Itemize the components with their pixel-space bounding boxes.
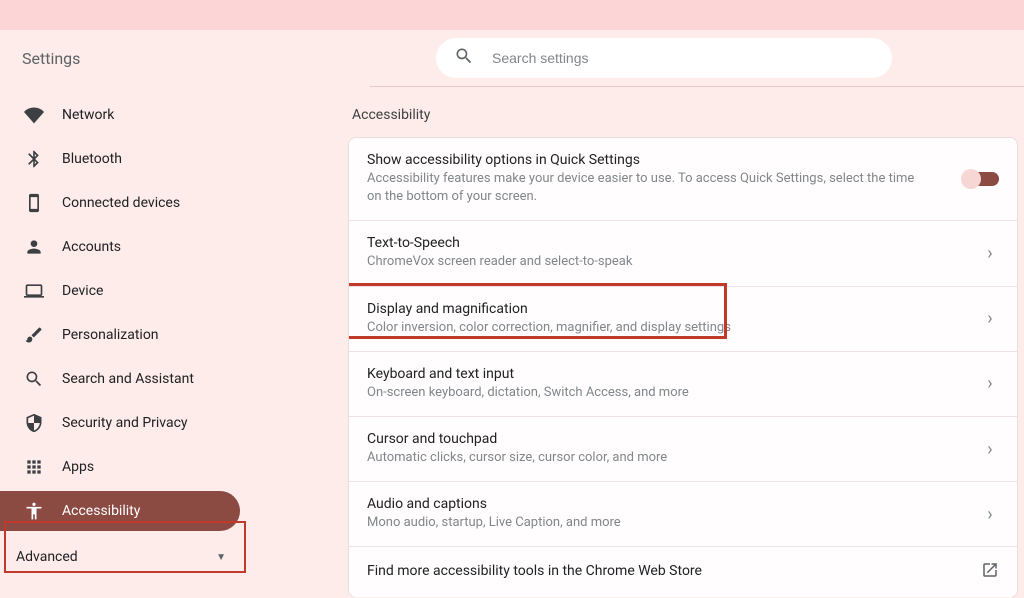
body: Network Bluetooth Connected devices Acco…	[0, 87, 1024, 597]
row-subtitle: Mono audio, startup, Live Caption, and m…	[367, 514, 941, 532]
content: Accessibility Show accessibility options…	[250, 87, 1024, 597]
header: Settings	[0, 30, 1024, 86]
row-title: Audio and captions	[367, 496, 941, 512]
row-audio-captions[interactable]: Audio and captions Mono audio, startup, …	[349, 481, 1017, 546]
shield-icon	[24, 413, 44, 433]
sidebar-item-device[interactable]: Device	[0, 271, 240, 311]
sidebar-item-label: Apps	[62, 459, 94, 475]
brush-icon	[24, 325, 44, 345]
sidebar-item-label: Personalization	[62, 327, 159, 343]
sidebar-item-label: Accounts	[62, 239, 121, 255]
sidebar-item-security-privacy[interactable]: Security and Privacy	[0, 403, 240, 443]
laptop-icon	[24, 281, 44, 301]
apps-icon	[24, 457, 44, 477]
sidebar-item-personalization[interactable]: Personalization	[0, 315, 240, 355]
row-subtitle: ChromeVox screen reader and select-to-sp…	[367, 253, 941, 271]
sidebar-item-network[interactable]: Network	[0, 95, 240, 135]
open-external-icon	[981, 561, 999, 583]
row-title: Display and magnification	[367, 301, 941, 317]
row-webstore-link[interactable]: Find more accessibility tools in the Chr…	[349, 546, 1017, 597]
sidebar-item-label: Connected devices	[62, 195, 180, 211]
bluetooth-icon	[24, 149, 44, 169]
row-title: Find more accessibility tools in the Chr…	[367, 563, 941, 579]
sidebar-item-bluetooth[interactable]: Bluetooth	[0, 139, 240, 179]
sidebar-item-label: Security and Privacy	[62, 415, 188, 431]
sidebar-advanced-label: Advanced	[16, 549, 78, 565]
chevron-right-icon: ›	[981, 439, 999, 460]
sidebar-item-apps[interactable]: Apps	[0, 447, 240, 487]
sidebar-item-accounts[interactable]: Accounts	[0, 227, 240, 267]
top-banner	[0, 0, 1024, 30]
chevron-down-icon: ▼	[216, 552, 226, 563]
phone-icon	[24, 193, 44, 213]
person-icon	[24, 237, 44, 257]
sidebar: Network Bluetooth Connected devices Acco…	[0, 87, 250, 597]
sidebar-item-search-assistant[interactable]: Search and Assistant	[0, 359, 240, 399]
row-title: Keyboard and text input	[367, 366, 941, 382]
row-subtitle: Accessibility features make your device …	[367, 170, 925, 206]
row-text-to-speech[interactable]: Text-to-Speech ChromeVox screen reader a…	[349, 220, 1017, 285]
sidebar-item-accessibility[interactable]: Accessibility	[0, 491, 240, 531]
sidebar-item-label: Network	[62, 107, 114, 123]
row-keyboard-text-input[interactable]: Keyboard and text input On-screen keyboa…	[349, 351, 1017, 416]
search-input[interactable]	[492, 50, 874, 66]
sidebar-item-label: Bluetooth	[62, 151, 122, 167]
quick-settings-toggle[interactable]	[965, 172, 999, 186]
sidebar-item-label: Accessibility	[62, 503, 140, 519]
row-title: Text-to-Speech	[367, 235, 941, 251]
search-icon	[24, 369, 44, 389]
row-title: Cursor and touchpad	[367, 431, 941, 447]
row-title: Show accessibility options in Quick Sett…	[367, 152, 925, 168]
chevron-right-icon: ›	[981, 373, 999, 394]
accessibility-icon	[24, 501, 44, 521]
search-icon	[454, 46, 474, 70]
sidebar-advanced[interactable]: Advanced ▼	[0, 537, 250, 577]
row-display-magnification[interactable]: Display and magnification Color inversio…	[349, 286, 1017, 351]
page-title: Settings	[22, 49, 80, 68]
row-subtitle: On-screen keyboard, dictation, Switch Ac…	[367, 384, 941, 402]
row-subtitle: Color inversion, color correction, magni…	[367, 319, 941, 337]
sidebar-item-label: Device	[62, 283, 103, 299]
row-quick-settings[interactable]: Show accessibility options in Quick Sett…	[349, 138, 1017, 220]
chevron-right-icon: ›	[981, 308, 999, 329]
chevron-right-icon: ›	[981, 504, 999, 525]
chevron-right-icon: ›	[981, 243, 999, 264]
row-subtitle: Automatic clicks, cursor size, cursor co…	[367, 449, 941, 467]
sidebar-item-connected-devices[interactable]: Connected devices	[0, 183, 240, 223]
wifi-icon	[24, 105, 44, 125]
search-box[interactable]	[436, 38, 892, 78]
accessibility-card: Show accessibility options in Quick Sett…	[348, 137, 1018, 597]
sidebar-item-label: Search and Assistant	[62, 371, 194, 387]
row-cursor-touchpad[interactable]: Cursor and touchpad Automatic clicks, cu…	[349, 416, 1017, 481]
section-title: Accessibility	[348, 107, 1018, 123]
